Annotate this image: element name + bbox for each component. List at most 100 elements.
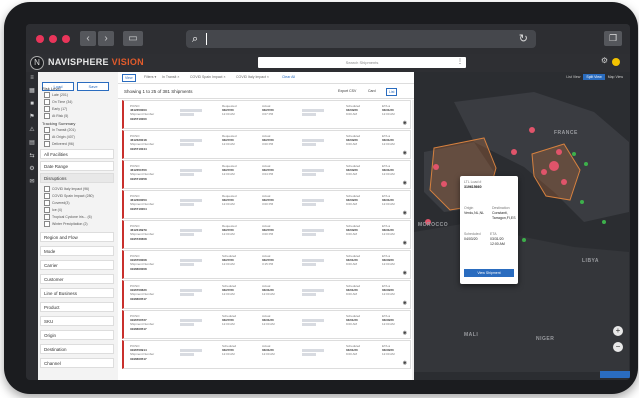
filter-tag[interactable]: COVID Italy Impact × [236,75,269,79]
filter-section[interactable]: Region and Flow [40,232,114,242]
location-pin-icon[interactable]: ◉ [403,360,407,366]
scheduled-cell: Scheduled 04/03/20 9:00 AM [346,224,361,237]
filter-section[interactable]: Carrier [40,260,114,270]
back-button[interactable]: ‹ [80,31,96,46]
user-avatar[interactable] [612,58,620,66]
shipment-row[interactable]: PO/SO 4612350003 Shipment Number 3195710000… [122,100,411,129]
filter-section[interactable]: Product [40,302,114,312]
shipment-row[interactable]: PO/SO 3196700008 Shipment Number 3196600008… [122,250,411,279]
facilities-section[interactable]: All Facilities [40,149,114,159]
map-action-button[interactable] [600,371,630,378]
gear-icon[interactable]: ⚙ [601,56,608,65]
filter-section[interactable]: Customer [40,274,114,284]
destination-cell [302,344,324,357]
location-pin-icon[interactable]: ◉ [403,330,407,336]
eta-cell: ETA ● 03/30/20 12:00 AM [382,284,395,297]
tabs-overview-icon[interactable]: ❐ [604,31,622,46]
clear-all-link[interactable]: Clear All [282,75,295,79]
menu-icon[interactable]: ≡ [26,72,38,85]
card-view-button[interactable]: Card [366,88,378,94]
on-time-marker [602,220,606,224]
shipment-row[interactable]: PO/SO 3196700914 Shipment Number 3196600517… [122,340,411,369]
popup-eta-label: ETA [490,232,497,236]
tracking-checkbox[interactable]: At Origin (407) [44,134,75,140]
tracking-checkbox[interactable]: In Transit (201) [44,127,76,133]
filter-tag[interactable]: In Transit × [162,75,179,79]
map-view-toggle[interactable]: Map View [605,74,626,80]
zoom-in-button[interactable]: + [613,326,623,336]
disruption-checkbox[interactable]: COVID Spain Impact (280) [44,193,94,199]
scheduled-cell: Scheduled 04/01/20 9:00 AM [346,254,361,267]
filter-section[interactable]: Destination [40,344,114,354]
location-pin-icon[interactable]: ◉ [403,240,407,246]
shipment-row[interactable]: PO/SO 3196700727 Shipment Number 3196600517… [122,310,411,339]
location-pin-icon[interactable]: ◉ [403,120,407,126]
shipment-row[interactable]: PO/SO 4612316979 Shipment Number 3195730608… [122,220,411,249]
report-icon[interactable]: ▤ [26,137,38,150]
view-button[interactable]: View [122,74,136,82]
dashboard-icon[interactable]: ▦ [26,85,38,98]
shipment-map[interactable]: List View Split View Map View FRANCE MOROC… [414,72,630,380]
mail-icon[interactable]: ✉ [26,176,38,189]
filter-section[interactable]: Channel [40,358,114,368]
requested-cell: Scheduled 03/27/20 12:00 AM [222,284,237,297]
disruption-checkbox[interactable]: Tropical Cyclone Iris... (6) [44,214,92,220]
list-view-toggle[interactable]: List View [563,74,583,80]
risk-checkbox[interactable]: Late (201) [44,92,68,98]
sidebar-toggle-icon[interactable]: ▭ [123,31,143,46]
search-placeholder: Search Shipments [345,60,379,65]
risk-checkbox[interactable]: On Time (34) [44,99,72,105]
location-pin-icon[interactable]: ◉ [403,300,407,306]
filter-section[interactable]: SKU [40,316,114,326]
maximize-window-dot[interactable] [62,35,70,43]
close-window-dot[interactable] [36,35,44,43]
risk-checkbox[interactable]: Early (17) [44,106,67,112]
location-pin-icon[interactable]: ◉ [403,150,407,156]
filters-dropdown[interactable]: Filters ▾ [144,75,156,79]
split-view-toggle[interactable]: Split View [583,74,605,80]
save-filters-button[interactable]: Save [77,82,109,91]
shipment-marker [549,161,559,171]
shipment-row[interactable]: PO/SO 3196700620 Shipment Number 3196600517… [122,280,411,309]
disruptions-section[interactable]: Disruptions [40,173,114,183]
tracking-checkbox[interactable]: Delivered (96) [44,141,74,147]
disruption-checkbox[interactable]: Ice (4) [44,207,62,213]
view-shipment-button[interactable]: View Shipment [464,269,514,277]
disruption-checkbox[interactable]: Winter Precipitation (2) [44,221,88,227]
shipment-row[interactable]: PO/SO 4612300053 Shipment Number 3195710004… [122,190,411,219]
shipment-row[interactable]: PO/SO 4612351550 Shipment Number 3195710058… [122,160,411,189]
export-csv-button[interactable]: Export CSV [336,88,358,94]
date-range-section[interactable]: Date Range [40,161,114,171]
filter-tag[interactable]: COVID Spain Impact × [190,75,226,79]
disruption-checkbox[interactable]: Covered(3) [44,200,70,206]
location-pin-icon[interactable]: ◉ [403,180,407,186]
map-label-mali: MALI [464,332,479,338]
filter-section[interactable]: Line of Business [40,288,114,298]
scheduled-cell: Scheduled 04/03/20 9:00 AM [346,164,361,177]
location-pin-icon[interactable]: ◉ [403,210,407,216]
scheduled-cell: Scheduled 04/01/20 9:00 AM [346,284,361,297]
warning-icon[interactable]: ⚠ [26,124,38,137]
actual-cell: Actual 03/27/20 3:00 PM [262,224,274,237]
shipment-row[interactable]: PO/SO 4612320018 Shipment Number 3195710044… [122,130,411,159]
flag-icon[interactable]: ⚑ [26,111,38,124]
transfer-icon[interactable]: ⇆ [26,150,38,163]
list-view-button[interactable]: List [386,88,398,96]
reload-icon[interactable]: ↻ [519,30,528,48]
shipment-search-input[interactable]: Search Shipments ⋮ [258,57,466,68]
shipments-icon[interactable]: ■ [26,98,38,111]
filter-section[interactable]: Origin [40,330,114,340]
settings-icon[interactable]: ⚙ [26,163,38,176]
filter-section[interactable]: Mode [40,246,114,256]
risk-checkbox[interactable]: At Risk (5) [44,113,68,119]
po-cell: PO/SO 3196700008 Shipment Number 3196600008 [130,254,155,271]
address-bar[interactable]: ⌕ ↻ [186,30,536,48]
minimize-window-dot[interactable] [49,35,57,43]
actual-cell: Actual 03/31/20 12:00 AM [262,284,275,297]
disruption-checkbox[interactable]: COVID Italy Impact (96) [44,186,89,192]
menu-dots-icon[interactable]: ⋮ [457,57,463,68]
shipment-rows: PO/SO 4612350003 Shipment Number 3195710000… [122,100,411,370]
location-pin-icon[interactable]: ◉ [403,270,407,276]
zoom-out-button[interactable]: − [613,342,623,352]
forward-button[interactable]: › [98,31,114,46]
